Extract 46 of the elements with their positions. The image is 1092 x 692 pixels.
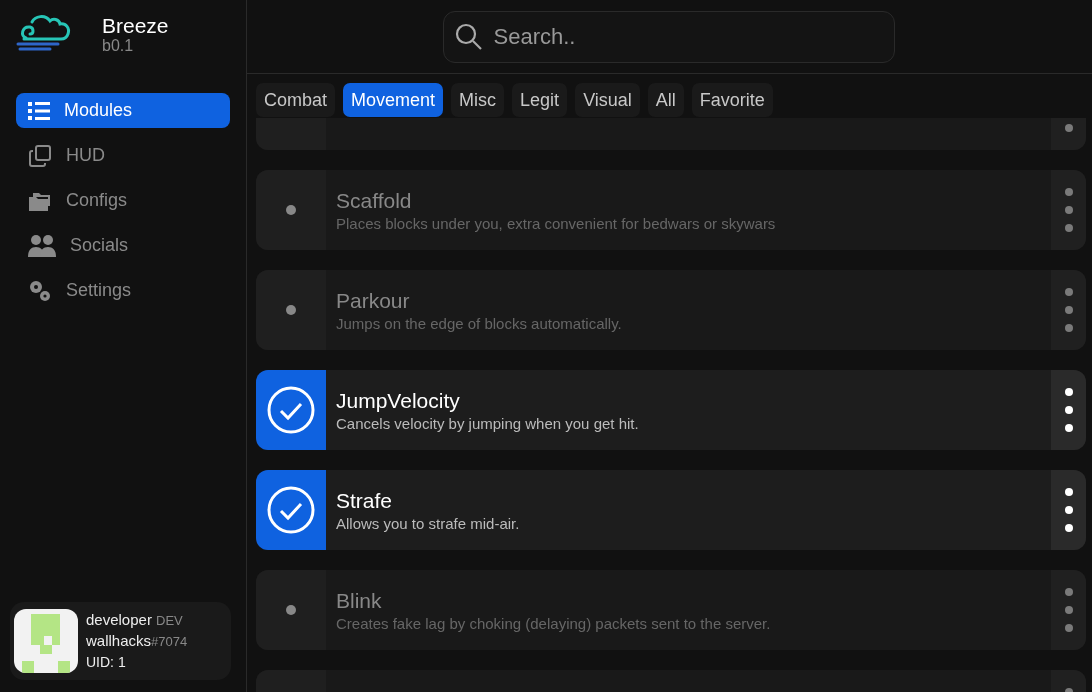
check-circle-icon — [267, 386, 315, 434]
category-tab[interactable]: Movement — [343, 83, 444, 117]
dot-icon — [286, 205, 296, 215]
category-tab[interactable]: All — [647, 83, 684, 117]
category-tab[interactable]: Favorite — [691, 83, 773, 117]
app-version: b0.1 — [102, 37, 135, 54]
dot-icon — [286, 305, 296, 315]
module-name: Blink — [336, 588, 383, 613]
module-toggle[interactable] — [256, 570, 326, 650]
module-toggle[interactable] — [256, 470, 326, 550]
search-field[interactable]: Search.. — [442, 10, 895, 63]
sidebar-item[interactable]: Configs — [16, 183, 230, 218]
module-name: JumpVelocity — [336, 388, 461, 413]
check-circle-icon — [267, 486, 315, 534]
module-name: Strafe — [336, 488, 394, 513]
sidebar-item[interactable]: HUD — [16, 138, 230, 173]
module-description: Creates fake lag by choking (delaying) packets sent to the server. — [336, 614, 772, 632]
user-name: developer DEV — [86, 610, 184, 630]
copy-icon — [28, 143, 52, 168]
dot-icon — [286, 605, 296, 615]
app-name: Breeze — [102, 14, 169, 36]
more-options-button[interactable] — [1051, 370, 1086, 450]
category-tab[interactable]: Combat — [256, 83, 336, 117]
sidebar-item[interactable]: Modules — [16, 93, 230, 128]
module-toggle[interactable] — [256, 170, 326, 250]
module-description: Cancels velocity by jumping when you get hit. — [336, 414, 640, 432]
category-tab[interactable]: Misc — [451, 83, 505, 117]
gears-icon — [28, 278, 52, 303]
category-tab[interactable]: Legit — [512, 83, 568, 117]
avatar-icon — [14, 609, 78, 673]
module-description: Allows you to strafe mid-air. — [336, 514, 521, 532]
user-handle: wallhacks#7074 — [86, 631, 188, 651]
category-tab[interactable]: Visual — [575, 83, 640, 117]
module-description: Places blocks under you, extra convenient for bedwars or skywars — [336, 214, 777, 232]
module-description: Jumps on the edge of blocks automatically. — [336, 314, 623, 332]
user-uid: UID: 1 — [86, 653, 127, 672]
module-toggle[interactable] — [256, 370, 326, 450]
search-icon — [454, 22, 483, 51]
users-icon — [28, 234, 56, 257]
module-toggle[interactable] — [256, 270, 326, 350]
module-name: Parkour — [336, 288, 411, 313]
more-options-button[interactable] — [1051, 470, 1086, 550]
sidebar-item[interactable]: Settings — [16, 273, 230, 308]
sidebar-item[interactable]: Socials — [16, 228, 230, 263]
list-icon — [28, 100, 50, 121]
module-name: Scaffold — [336, 188, 413, 213]
